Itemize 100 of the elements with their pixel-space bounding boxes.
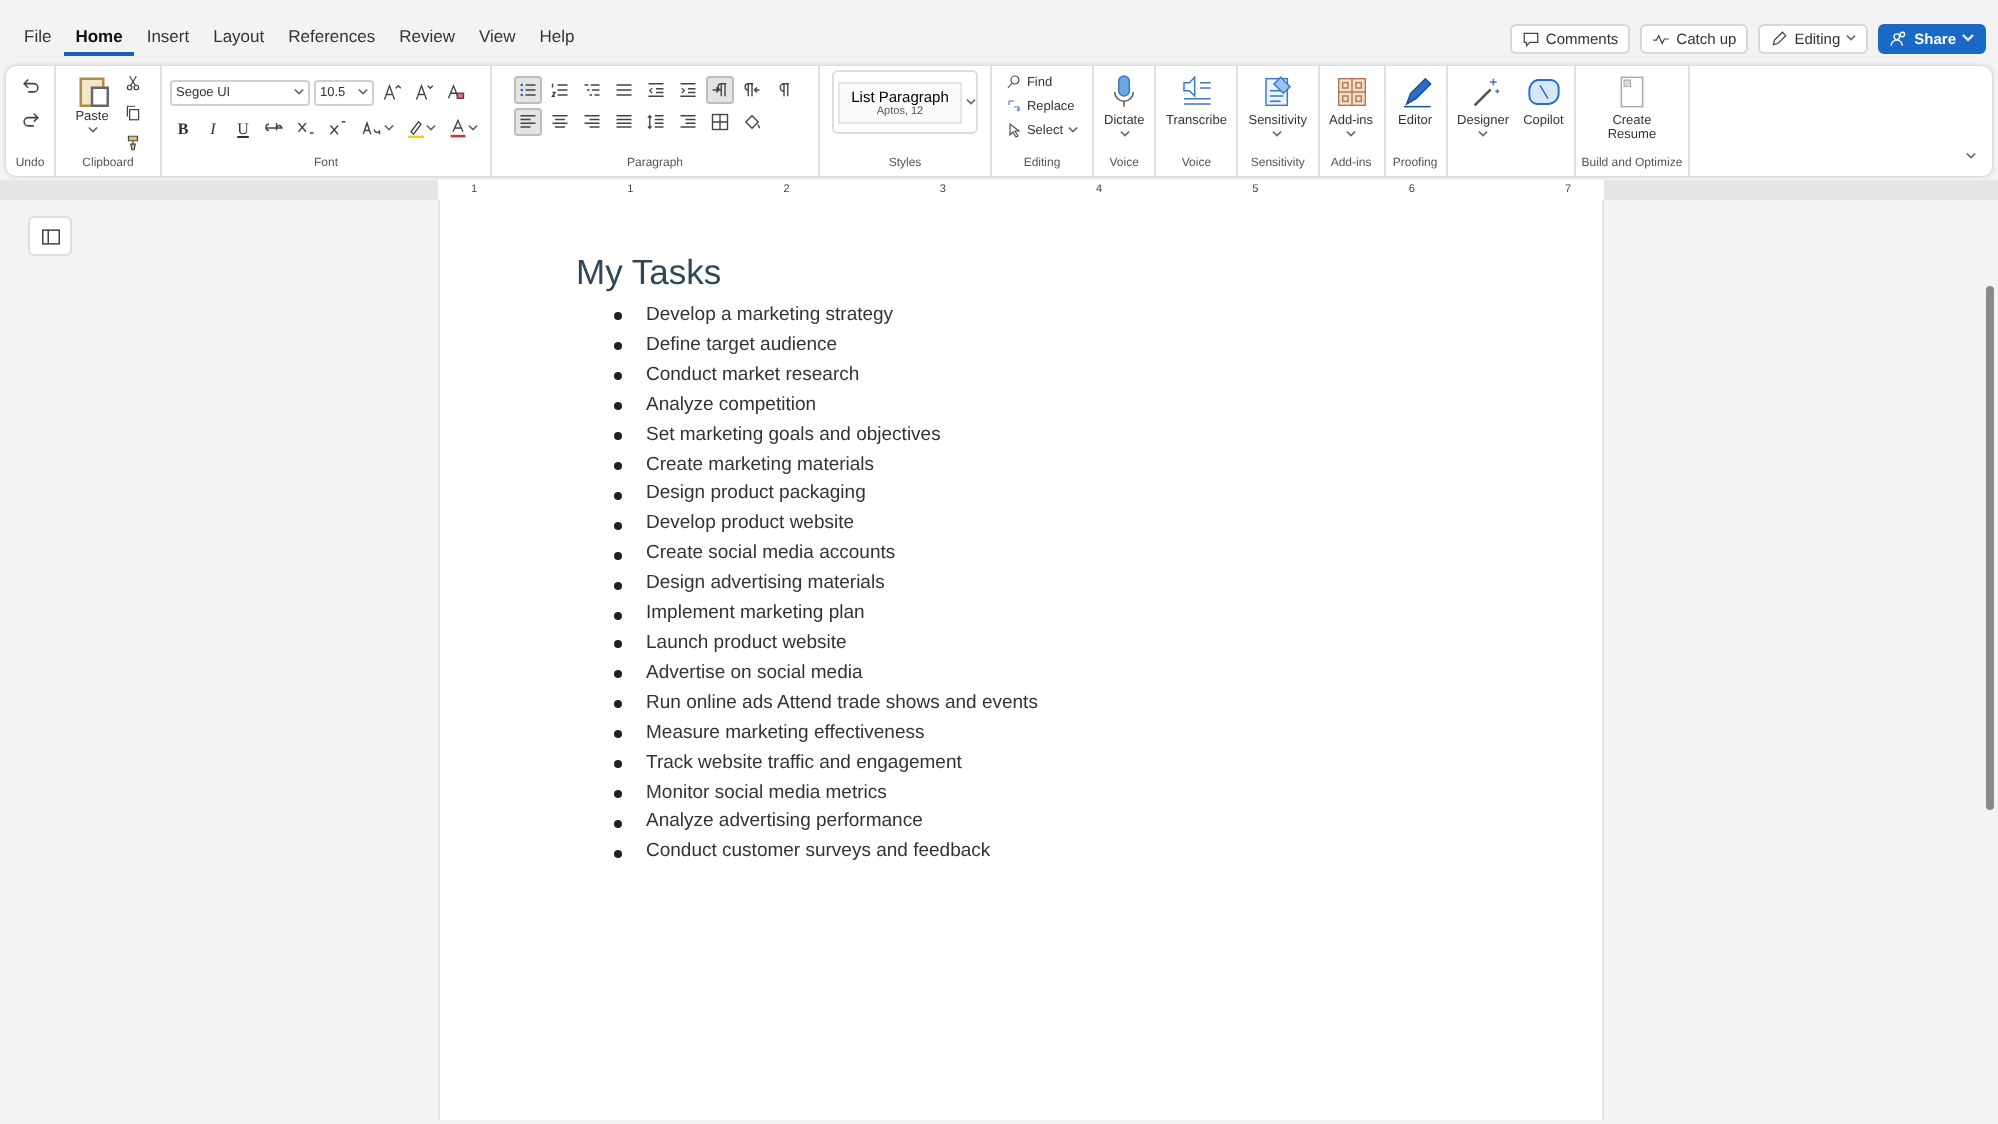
bullet-icon: [614, 611, 622, 620]
ribbon-tab[interactable]: Layout: [201, 20, 277, 56]
change-case-icon: [360, 118, 384, 138]
replace-icon: [1006, 98, 1023, 114]
ribbon-tab[interactable]: Insert: [134, 20, 202, 56]
align-left-button[interactable]: [513, 108, 541, 136]
italic-button[interactable]: I: [200, 119, 226, 137]
highlighter-icon: [406, 118, 426, 138]
task-item: Analyze competition: [646, 391, 817, 420]
task-item: Create social media accounts: [646, 540, 896, 569]
chevron-down-icon: [1067, 126, 1078, 134]
scissors-icon: [124, 74, 142, 92]
chevron-down-icon: [384, 124, 394, 132]
task-item: Run online ads Attend trade shows and events: [646, 689, 1038, 718]
task-item: Measure marketing effectiveness: [646, 719, 925, 748]
numbered-list-icon: [549, 80, 569, 100]
task-item: Launch product website: [646, 629, 847, 658]
clipboard-icon: [74, 72, 110, 108]
pencil-icon: [1770, 29, 1789, 47]
ribbon-tab[interactable]: File: [12, 20, 64, 56]
bullet-icon: [614, 432, 622, 441]
list-icon: [613, 80, 633, 100]
align-left-icon: [517, 112, 537, 132]
right-to-left-icon: [741, 80, 761, 100]
increase-indent-icon: [677, 80, 697, 100]
align-center-icon: [549, 112, 569, 132]
chevron-down-icon: [1962, 34, 1974, 42]
clear-formatting-icon: [446, 82, 466, 102]
underline-button[interactable]: U: [230, 119, 256, 137]
bullet-icon: [614, 342, 622, 351]
bullet-icon: [614, 819, 622, 828]
task-item: Conduct market research: [646, 361, 860, 390]
subscript-icon: [296, 118, 316, 138]
task-item: Create marketing materials: [646, 451, 875, 480]
bulleted-list-button[interactable]: [513, 76, 541, 104]
decrease-indent-icon: [645, 80, 665, 100]
search-icon: [1006, 74, 1023, 90]
paintbrush-icon: [124, 134, 142, 152]
ribbon-tab[interactable]: Home: [63, 20, 135, 56]
bold-button[interactable]: B: [170, 119, 196, 137]
undo-icon: [19, 74, 41, 96]
collapse-ribbon-button[interactable]: [1962, 148, 1980, 164]
scrollbar-thumb[interactable]: [1986, 286, 1994, 810]
bullet-icon: [614, 700, 622, 709]
pulse-icon: [1652, 29, 1671, 47]
chevron-down-icon: [468, 124, 478, 132]
bullet-icon: [614, 461, 622, 470]
left-to-right-button[interactable]: [705, 76, 733, 104]
bullet-icon: [614, 640, 622, 649]
task-item: Design advertising materials: [646, 570, 885, 599]
chevron-down-icon: [294, 88, 304, 96]
paint-bucket-icon: [741, 112, 761, 132]
redo-icon: [19, 108, 41, 130]
bullet-icon: [614, 372, 622, 381]
navigation-pane-button[interactable]: [28, 216, 72, 256]
people-icon: [1890, 29, 1909, 47]
task-item: Conduct customer surveys and feedback: [646, 838, 991, 867]
bullet-icon: [614, 670, 622, 679]
chevron-down-icon: [1846, 34, 1857, 42]
bullet-icon: [614, 521, 622, 530]
task-item: Implement marketing plan: [646, 600, 865, 629]
comment-icon: [1521, 29, 1540, 47]
bullet-icon: [614, 581, 622, 590]
chevron-down-icon: [1966, 152, 1976, 160]
justify-icon: [613, 112, 633, 132]
side-panel-icon: [39, 225, 61, 247]
ribbon-tab[interactable]: Review: [387, 20, 467, 56]
bullet-icon: [614, 312, 622, 321]
copy-icon: [124, 104, 142, 122]
document-title: My Tasks: [576, 252, 724, 294]
task-item: Analyze advertising performance: [646, 808, 923, 837]
ribbon-tab[interactable]: References: [276, 20, 388, 56]
left-to-right-icon: [709, 80, 729, 100]
task-item: Develop product website: [646, 510, 855, 539]
bullet-icon: [614, 730, 622, 739]
chevron-down-icon: [966, 98, 977, 106]
bullet-icon: [614, 849, 622, 858]
chevron-down-icon: [87, 126, 97, 134]
align-right-icon: [581, 112, 601, 132]
task-item: Monitor social media metrics: [646, 779, 887, 807]
task-item: Set marketing goals and objectives: [646, 421, 941, 450]
task-item: Design product packaging: [646, 480, 866, 509]
bullet-icon: [614, 491, 622, 500]
task-item: Track website traffic and engagement: [646, 749, 962, 778]
superscript-icon: [328, 118, 348, 138]
line-spacing-icon: [645, 112, 665, 132]
font-color-icon: [448, 118, 468, 138]
bullet-icon: [614, 789, 622, 798]
bullet-icon: [614, 402, 622, 411]
bullet-icon: [614, 760, 622, 769]
task-item: Advertise on social media: [646, 659, 863, 688]
bullet-icon: [614, 551, 622, 560]
ribbon-tab[interactable]: Help: [527, 20, 587, 56]
chevron-down-icon: [358, 88, 368, 96]
chevron-down-icon: [426, 124, 436, 132]
ribbon-tab[interactable]: View: [466, 20, 528, 56]
multilevel-list-icon: [581, 80, 601, 100]
task-item: Develop a marketing strategy: [646, 302, 894, 330]
borders-icon: [709, 112, 729, 132]
shrink-font-icon: [414, 82, 434, 102]
